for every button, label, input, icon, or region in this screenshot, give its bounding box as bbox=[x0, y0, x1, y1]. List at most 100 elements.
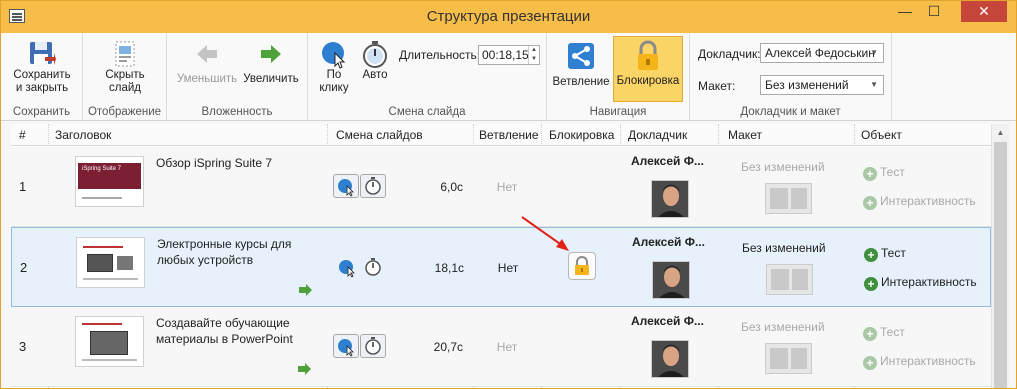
hide-slide-label-2: слайд bbox=[109, 82, 141, 94]
layout-value[interactable]: Без изменений bbox=[741, 160, 825, 174]
layout-preview[interactable] bbox=[765, 183, 812, 214]
branching-label: Ветвление bbox=[552, 76, 610, 88]
slide-thumbnail[interactable] bbox=[76, 237, 145, 288]
maximize-button[interactable]: ☐ bbox=[920, 1, 948, 22]
save-label-1: Сохранить bbox=[13, 69, 71, 81]
col-num[interactable]: # bbox=[19, 128, 26, 142]
thumbnail-screen bbox=[90, 331, 128, 355]
col-object[interactable]: Объект bbox=[861, 128, 902, 142]
thumbnail-line bbox=[83, 278, 138, 280]
hide-slide-icon bbox=[115, 41, 135, 67]
add-test-button[interactable]: + Тест bbox=[863, 325, 905, 341]
layout-value[interactable]: Без изменений bbox=[741, 320, 825, 334]
vertical-scrollbar[interactable]: ▲ bbox=[991, 124, 1009, 388]
slide-thumbnail[interactable] bbox=[75, 316, 144, 367]
slide-title[interactable]: Обзор iSpring Suite 7 bbox=[156, 155, 306, 171]
slide-duration[interactable]: 18,1с bbox=[404, 261, 464, 275]
speaker-select[interactable]: Алексей Федоськин ▼ bbox=[760, 43, 884, 63]
plus-icon: + bbox=[864, 277, 878, 291]
thumbnail-line bbox=[83, 246, 123, 248]
add-test-button[interactable]: + Тест bbox=[864, 246, 906, 262]
group-label-nesting: Вложенность bbox=[201, 106, 273, 118]
slide-thumbnail[interactable]: iSpring Suite 7 bbox=[75, 156, 144, 207]
layout-preview[interactable] bbox=[766, 264, 813, 295]
lock-button[interactable]: Блокировка bbox=[613, 36, 683, 102]
group-slide-change: По клику Авто Длительность: 00:18,15 ▲ ▼ … bbox=[308, 33, 547, 121]
lock-label: Блокировка bbox=[616, 75, 680, 87]
slide-title[interactable]: Электронные курсы для любых устройств bbox=[157, 236, 307, 268]
window-title: Структура презентации bbox=[426, 8, 591, 25]
on-click-button[interactable]: По клику bbox=[314, 39, 354, 95]
mouse-click-icon bbox=[338, 179, 354, 197]
add-interactivity-button[interactable]: + Интерактивность bbox=[863, 194, 976, 210]
hide-slide-button[interactable]: Скрыть слайд bbox=[95, 39, 155, 95]
save-and-close-button[interactable]: Сохранить и закрыть bbox=[9, 39, 75, 95]
layout-value[interactable]: Без изменений bbox=[742, 241, 826, 255]
col-transition[interactable]: Смена слайдов bbox=[336, 128, 423, 142]
close-button[interactable]: ✕ bbox=[961, 1, 1007, 22]
speaker-name[interactable]: Алексей Ф... bbox=[631, 314, 704, 328]
presentation-structure-window: Структура презентации — ☐ ✕ Сохранить и … bbox=[0, 0, 1017, 389]
auto-toggle[interactable] bbox=[360, 174, 386, 198]
auto-button[interactable]: Авто bbox=[357, 39, 393, 82]
slide-duration[interactable]: 20,7с bbox=[403, 340, 463, 354]
auto-label: Авто bbox=[362, 69, 388, 81]
slide-title[interactable]: Создавайте обучающие материалы в PowerPo… bbox=[156, 315, 306, 347]
thumbnail-line bbox=[82, 323, 122, 325]
slides-table: # Заголовок Смена слайдов Ветвление Блок… bbox=[11, 124, 991, 388]
branching-value[interactable]: Нет bbox=[477, 340, 537, 354]
col-speaker[interactable]: Докладчик bbox=[628, 128, 687, 142]
on-click-toggle[interactable] bbox=[333, 334, 359, 358]
obj-test-label: Тест bbox=[880, 165, 905, 179]
scrollbar-thumb[interactable] bbox=[994, 142, 1007, 388]
table-row[interactable]: 1 iSpring Suite 7 Обзор iSpring Suite 7 … bbox=[11, 147, 991, 227]
group-label-display: Отображение bbox=[87, 106, 162, 118]
layout-select-value: Без изменений bbox=[765, 78, 849, 92]
col-layout[interactable]: Макет bbox=[728, 128, 762, 142]
mouse-click-icon bbox=[322, 42, 346, 69]
avatar bbox=[653, 262, 689, 298]
arrow-right-icon bbox=[261, 45, 281, 63]
lock-icon bbox=[575, 256, 589, 275]
col-branching[interactable]: Ветвление bbox=[479, 128, 539, 142]
hide-slide-label-1: Скрыть bbox=[105, 69, 145, 81]
branching-value[interactable]: Нет bbox=[477, 180, 537, 194]
next-arrow-icon bbox=[299, 284, 312, 296]
group-label-slide-change: Смена слайда bbox=[388, 106, 466, 118]
table-row[interactable]: 2 Электронные курсы для любых устройств … bbox=[11, 227, 991, 307]
on-click-label-2: клику bbox=[319, 82, 349, 94]
plus-icon: + bbox=[864, 248, 878, 262]
add-interactivity-button[interactable]: + Интерактивность bbox=[863, 354, 976, 370]
scroll-up-icon[interactable]: ▲ bbox=[992, 124, 1009, 141]
branching-button[interactable]: Ветвление bbox=[551, 39, 611, 101]
col-locking[interactable]: Блокировка bbox=[549, 128, 614, 142]
speaker-name[interactable]: Алексей Ф... bbox=[631, 154, 704, 168]
duration-spinner[interactable]: ▲ ▼ bbox=[528, 46, 539, 64]
row-number: 2 bbox=[20, 260, 28, 275]
increase-label: Увеличить bbox=[243, 73, 299, 85]
on-click-toggle[interactable] bbox=[335, 256, 361, 280]
add-test-button[interactable]: + Тест bbox=[863, 165, 905, 181]
branching-value[interactable]: Нет bbox=[478, 261, 538, 275]
duration-value: 00:18,15 bbox=[482, 48, 529, 62]
layout-preview[interactable] bbox=[765, 343, 812, 374]
group-display: Скрыть слайд Отображение bbox=[83, 33, 167, 121]
duration-label: Длительность: bbox=[399, 48, 481, 62]
speaker-name[interactable]: Алексей Ф... bbox=[632, 235, 705, 249]
stopwatch-icon bbox=[365, 258, 381, 276]
increase-nesting-button[interactable]: Увеличить bbox=[239, 39, 303, 86]
minimize-button[interactable]: — bbox=[891, 1, 919, 22]
auto-toggle[interactable] bbox=[360, 334, 386, 358]
table-row[interactable]: 3 Создавайте обучающие материалы в Power… bbox=[11, 307, 991, 387]
ribbon: Сохранить и закрыть Сохранить Скрыть сла… bbox=[1, 33, 1016, 121]
decrease-nesting-button[interactable]: Уменьшить bbox=[175, 39, 239, 86]
slide-duration[interactable]: 6,0с bbox=[403, 180, 463, 194]
layout-select[interactable]: Без изменений ▼ bbox=[760, 75, 884, 95]
thumbnail-line bbox=[82, 359, 137, 361]
auto-toggle[interactable] bbox=[361, 256, 387, 280]
duration-input[interactable]: 00:18,15 ▲ ▼ bbox=[478, 45, 540, 65]
add-interactivity-button[interactable]: + Интерактивность bbox=[864, 275, 977, 291]
lock-toggle[interactable] bbox=[568, 252, 596, 280]
on-click-toggle[interactable] bbox=[333, 174, 359, 198]
col-title[interactable]: Заголовок bbox=[55, 128, 111, 142]
